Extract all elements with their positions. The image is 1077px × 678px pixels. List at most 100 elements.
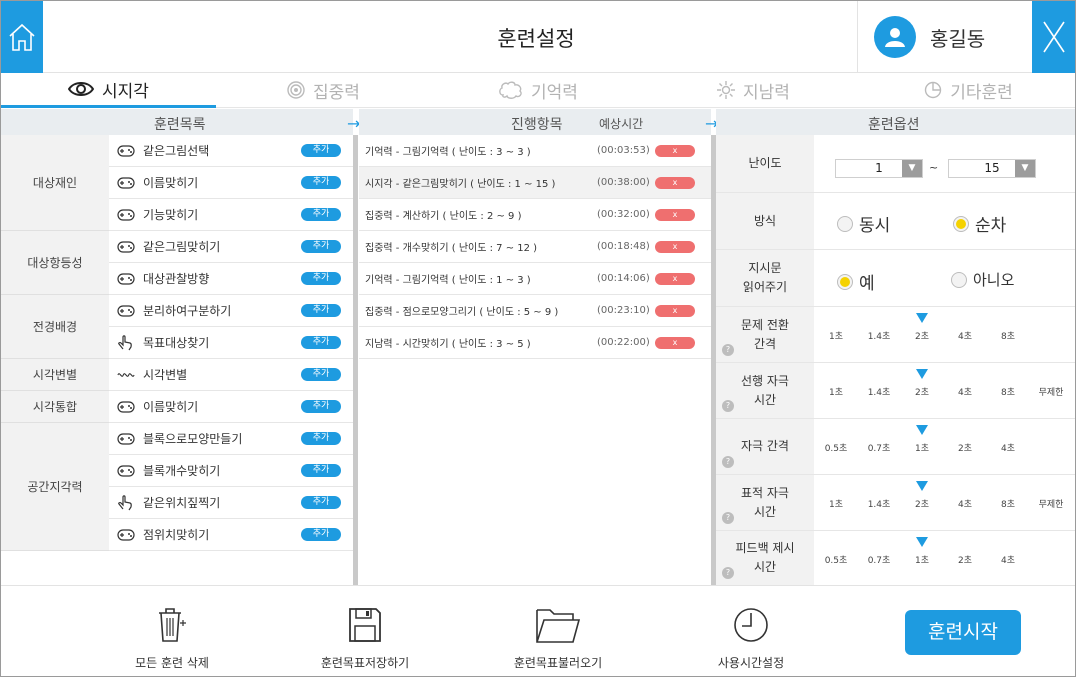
list-item[interactable]: 점위치맞히기 추가: [109, 519, 353, 551]
slider-tick[interactable]: 1초: [902, 553, 942, 566]
tab-other-training[interactable]: 기타훈련: [861, 73, 1075, 108]
slider-tick[interactable]: 무제한: [1031, 385, 1071, 398]
tab-visual-perception[interactable]: 시지각: [1, 73, 216, 108]
radio-no[interactable]: 아니오: [951, 269, 1014, 290]
slider-tick[interactable]: 1.4초: [859, 329, 899, 342]
save-goal-button[interactable]: 훈련목표저장하기: [285, 602, 445, 671]
progress-row[interactable]: 지남력 - 시간맞히기 ( 난이도 : 3 ~ 5 ) (00:22:00) x: [359, 327, 711, 359]
add-button[interactable]: 추가: [301, 272, 341, 285]
usage-time-button[interactable]: 사용시간설정: [671, 602, 831, 671]
list-item[interactable]: 이름맞히기 추가: [109, 167, 353, 199]
add-button[interactable]: 추가: [301, 432, 341, 445]
list-item[interactable]: 시각변별 추가: [109, 359, 353, 391]
progress-time: (00:32:00): [597, 209, 650, 220]
slider-marker-icon[interactable]: [916, 481, 928, 491]
slider-marker-icon[interactable]: [916, 369, 928, 379]
scrollbar[interactable]: [353, 135, 358, 585]
slider-tick[interactable]: 2초: [902, 497, 942, 510]
slider-tick[interactable]: 0.7초: [859, 553, 899, 566]
progress-row[interactable]: 시지각 - 같은그림맞히기 ( 난이도 : 1 ~ 15 ) (00:38:00…: [359, 167, 711, 199]
slider-tick[interactable]: 0.7초: [859, 441, 899, 454]
list-item[interactable]: 같은위치짚찍기 추가: [109, 487, 353, 519]
delete-all-button[interactable]: 모든 훈련 삭제: [92, 602, 252, 671]
progress-row[interactable]: 집중력 - 계산하기 ( 난이도 : 2 ~ 9 ) (00:32:00) x: [359, 199, 711, 231]
slider-marker-icon[interactable]: [916, 425, 928, 435]
list-item[interactable]: 기능맞히기 추가: [109, 199, 353, 231]
slider-tick[interactable]: 2초: [902, 329, 942, 342]
progress-row[interactable]: 기억력 - 그림기억력 ( 난이도 : 1 ~ 3 ) (00:14:06) x: [359, 263, 711, 295]
delete-button[interactable]: x: [655, 241, 695, 253]
progress-row[interactable]: 집중력 - 개수맞히기 ( 난이도 : 7 ~ 12 ) (00:18:48) …: [359, 231, 711, 263]
slider-tick[interactable]: 2초: [902, 385, 942, 398]
radio-yes[interactable]: 예: [837, 269, 875, 294]
slider-marker-icon[interactable]: [916, 537, 928, 547]
slider-tick[interactable]: 4초: [945, 497, 985, 510]
slider-tick[interactable]: 무제한: [1031, 497, 1071, 510]
slider-tick[interactable]: 4초: [945, 385, 985, 398]
help-icon[interactable]: ?: [722, 456, 734, 468]
list-item[interactable]: 같은그림맞히기 추가: [109, 231, 353, 263]
slider-tick[interactable]: 0.5초: [816, 441, 856, 454]
slider-tick[interactable]: 1초: [816, 497, 856, 510]
slider-tick[interactable]: 8초: [988, 385, 1028, 398]
difficulty-from-select[interactable]: 1 ▼: [835, 159, 923, 178]
tab-memory[interactable]: 기억력: [431, 73, 646, 108]
slider-marker-icon[interactable]: [916, 313, 928, 323]
slider-tick[interactable]: 4초: [988, 441, 1028, 454]
delete-button[interactable]: x: [655, 337, 695, 349]
list-item[interactable]: 대상관찰방향 추가: [109, 263, 353, 295]
list-item[interactable]: 목표대상찾기 추가: [109, 327, 353, 359]
load-goal-button[interactable]: 훈련목표불러오기: [478, 602, 638, 671]
close-button[interactable]: [1032, 1, 1075, 73]
difficulty-to-select[interactable]: 15 ▼: [948, 159, 1036, 178]
delete-button[interactable]: x: [655, 177, 695, 189]
progress-text: 기억력 - 그림기억력 ( 난이도 : 1 ~ 3 ): [365, 275, 531, 286]
add-button[interactable]: 추가: [301, 144, 341, 157]
help-icon[interactable]: ?: [722, 567, 734, 579]
help-icon[interactable]: ?: [722, 512, 734, 524]
help-icon[interactable]: ?: [722, 400, 734, 412]
slider-tick[interactable]: 8초: [988, 329, 1028, 342]
radio-simultaneous[interactable]: 동시: [837, 211, 890, 236]
slider-tick[interactable]: 1초: [902, 441, 942, 454]
slider-tick[interactable]: 4초: [988, 553, 1028, 566]
add-button[interactable]: 추가: [301, 208, 341, 221]
add-button[interactable]: 추가: [301, 368, 341, 381]
add-button[interactable]: 추가: [301, 240, 341, 253]
progress-row[interactable]: 기억력 - 그림기억력 ( 난이도 : 3 ~ 3 ) (00:03:53) x: [359, 135, 711, 167]
add-button[interactable]: 추가: [301, 336, 341, 349]
slider-tick[interactable]: 2초: [945, 441, 985, 454]
progress-row[interactable]: 집중력 - 점으로모양그리기 ( 난이도 : 5 ~ 9 ) (00:23:10…: [359, 295, 711, 327]
add-button[interactable]: 추가: [301, 304, 341, 317]
add-button[interactable]: 추가: [301, 496, 341, 509]
tab-orientation[interactable]: 지남력: [646, 73, 861, 108]
tab-concentration[interactable]: 집중력: [216, 73, 431, 108]
home-button[interactable]: [1, 1, 43, 73]
start-training-button[interactable]: 훈련시작: [905, 610, 1021, 655]
add-button[interactable]: 추가: [301, 528, 341, 541]
add-button[interactable]: 추가: [301, 464, 341, 477]
delete-button[interactable]: x: [655, 145, 695, 157]
slider-tick[interactable]: 1초: [816, 385, 856, 398]
slider-tick[interactable]: 1.4초: [859, 497, 899, 510]
item-label: 같은그림선택: [143, 144, 210, 158]
radio-sequential[interactable]: 순차: [953, 211, 1006, 236]
list-item[interactable]: 같은그림선택 추가: [109, 135, 353, 167]
delete-button[interactable]: x: [655, 273, 695, 285]
slider-tick[interactable]: 2초: [945, 553, 985, 566]
help-icon[interactable]: ?: [722, 344, 734, 356]
list-item[interactable]: 블록개수맞히기 추가: [109, 455, 353, 487]
list-item[interactable]: 블록으로모양만들기 추가: [109, 423, 353, 455]
list-item[interactable]: 분리하여구분하기 추가: [109, 295, 353, 327]
slider-tick[interactable]: 0.5초: [816, 553, 856, 566]
item-label: 기능맞히기: [143, 208, 199, 222]
delete-button[interactable]: x: [655, 305, 695, 317]
list-item[interactable]: 이름맞히기 추가: [109, 391, 353, 423]
slider-tick[interactable]: 4초: [945, 329, 985, 342]
slider-tick[interactable]: 1.4초: [859, 385, 899, 398]
slider-tick[interactable]: 8초: [988, 497, 1028, 510]
add-button[interactable]: 추가: [301, 176, 341, 189]
add-button[interactable]: 추가: [301, 400, 341, 413]
slider-tick[interactable]: 1초: [816, 329, 856, 342]
delete-button[interactable]: x: [655, 209, 695, 221]
